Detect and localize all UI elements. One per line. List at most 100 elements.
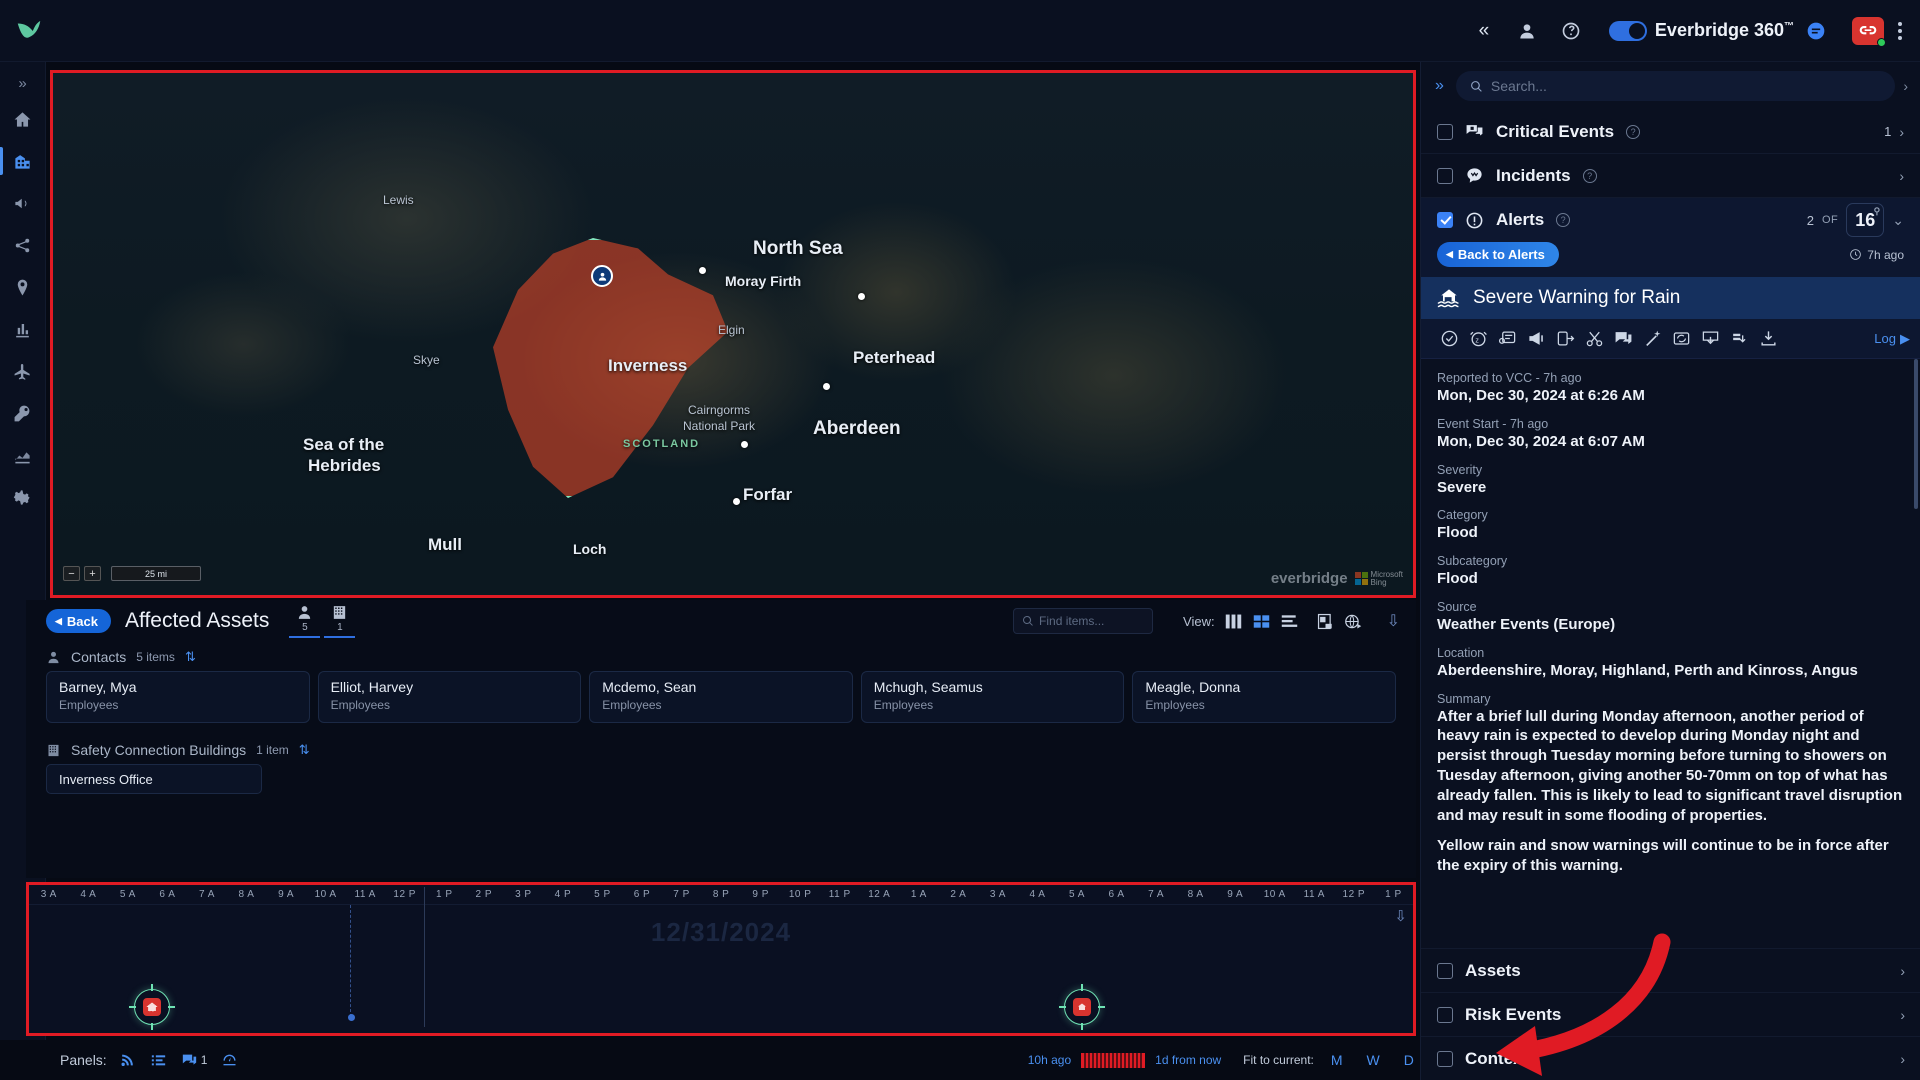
list-icon[interactable] xyxy=(150,1052,167,1068)
contact-card[interactable]: Mchugh, Seamus Employees xyxy=(861,671,1125,723)
range-start-label[interactable]: 10h ago xyxy=(1028,1053,1071,1067)
filter-row-assets[interactable]: Assets › xyxy=(1421,948,1920,992)
scissors-icon[interactable] xyxy=(1580,319,1609,359)
contact-card[interactable]: Mcdemo, Sean Employees xyxy=(589,671,853,723)
contact-card[interactable]: Barney, Mya Employees xyxy=(46,671,310,723)
view-list-icon[interactable] xyxy=(1280,613,1299,630)
detail-scrollbar[interactable] xyxy=(1914,359,1918,509)
acknowledge-icon[interactable] xyxy=(1435,319,1464,359)
incidents-checkbox[interactable] xyxy=(1437,168,1453,184)
contacts-card-row: Barney, Mya Employees Elliot, Harvey Emp… xyxy=(26,671,1416,723)
sort-icon[interactable]: ⇅ xyxy=(185,649,196,665)
note-icon[interactable] xyxy=(1493,319,1522,359)
fit-unit-month[interactable]: M xyxy=(1324,1052,1350,1068)
alerts-chevron-icon[interactable]: ⌄ xyxy=(1892,212,1904,229)
situational-map[interactable]: Lewis North Sea Moray Firth Skye Elgin I… xyxy=(50,70,1416,598)
alerts-total-box[interactable]: 16 ⚲ xyxy=(1846,203,1884,237)
timeline-ruler[interactable]: 3 A4 A5 A6 A7 A8 A9 A10 A11 A12 P1 P2 P3… xyxy=(29,885,1413,905)
map-zoom-out-button[interactable]: − xyxy=(63,566,80,581)
contact-card[interactable]: Elliot, Harvey Employees xyxy=(318,671,582,723)
chat-bubble-icon[interactable] xyxy=(1794,0,1838,62)
expand-arrow-icon[interactable]: › xyxy=(1899,124,1904,140)
download-incident-icon[interactable] xyxy=(1696,319,1725,359)
filter-row-alerts[interactable]: Alerts ? 2 OF 16 ⚲ ⌄ xyxy=(1421,198,1920,242)
find-items-input[interactable]: Find items... xyxy=(1013,608,1153,634)
collapse-panel-button[interactable]: « xyxy=(1461,0,1505,62)
sidebar-item-mass-notification[interactable] xyxy=(0,182,46,224)
gauge-icon[interactable] xyxy=(221,1052,238,1068)
range-slider[interactable] xyxy=(1081,1053,1145,1068)
back-to-alerts-button[interactable]: ◀ Back to Alerts xyxy=(1437,242,1559,267)
timeline-event-marker[interactable] xyxy=(1064,989,1100,1025)
kebab-menu-icon[interactable] xyxy=(1890,22,1920,40)
assign-icon[interactable] xyxy=(1551,319,1580,359)
sort-icon[interactable]: ⇅ xyxy=(299,742,310,758)
search-expand-icon[interactable]: › xyxy=(1903,78,1910,94)
collapse-assets-icon[interactable]: ⇩ xyxy=(1387,611,1400,631)
filter-row-critical-events[interactable]: Critical Events ? 1 › xyxy=(1421,110,1920,154)
help-icon[interactable]: ? xyxy=(1626,125,1640,139)
link-app-icon[interactable] xyxy=(1852,17,1884,45)
filter-row-incidents[interactable]: Incidents ? › xyxy=(1421,154,1920,198)
fit-unit-week[interactable]: W xyxy=(1360,1052,1387,1068)
export-xls-icon[interactable] xyxy=(1316,613,1335,630)
critical-events-checkbox[interactable] xyxy=(1437,124,1453,140)
view-grid-icon[interactable] xyxy=(1252,613,1271,630)
map-contact-pin[interactable] xyxy=(591,265,613,287)
expand-arrow-icon[interactable]: › xyxy=(1900,1007,1905,1023)
sidebar-item-tools[interactable] xyxy=(0,392,46,434)
refresh-map-icon[interactable] xyxy=(1667,319,1696,359)
save-icon[interactable] xyxy=(1754,319,1783,359)
wand-icon[interactable] xyxy=(1638,319,1667,359)
expand-arrow-icon[interactable]: › xyxy=(1900,963,1905,979)
timeline-body[interactable]: 12/31/2024 xyxy=(29,905,1413,1033)
timeline-event-marker[interactable] xyxy=(134,989,170,1025)
sidebar-item-travel[interactable] xyxy=(0,350,46,392)
tab-buildings[interactable]: 1 xyxy=(324,604,355,638)
filter-row-risk-events[interactable]: Risk Events › xyxy=(1421,992,1920,1036)
search-input[interactable]: Search... xyxy=(1456,71,1895,101)
assets-checkbox[interactable] xyxy=(1437,963,1453,979)
tab-contacts[interactable]: 5 xyxy=(289,604,320,638)
context-checkbox[interactable] xyxy=(1437,1051,1453,1067)
feed-icon[interactable] xyxy=(119,1052,136,1068)
back-button[interactable]: ◀ Back xyxy=(46,609,111,633)
help-circle-icon[interactable] xyxy=(1549,0,1593,62)
log-link[interactable]: Log ▶ xyxy=(1874,331,1910,347)
sidebar-item-settings[interactable] xyxy=(0,476,46,518)
expand-arrow-icon[interactable]: › xyxy=(1900,1051,1905,1067)
contact-card[interactable]: Meagle, Donna Employees xyxy=(1132,671,1396,723)
range-end-label[interactable]: 1d from now xyxy=(1155,1053,1221,1067)
comment-icon[interactable] xyxy=(1609,319,1638,359)
timeline-panel[interactable]: 3 A4 A5 A6 A7 A8 A9 A10 A11 A12 P1 P2 P3… xyxy=(26,882,1416,1036)
alerts-search-sup-icon[interactable]: ⚲ xyxy=(1874,206,1881,217)
share-globe-icon[interactable] xyxy=(1344,613,1363,630)
sidebar-item-reports[interactable] xyxy=(0,308,46,350)
help-icon[interactable]: ? xyxy=(1583,169,1597,183)
risk-events-checkbox[interactable] xyxy=(1437,1007,1453,1023)
sidebar-item-locations[interactable] xyxy=(0,266,46,308)
notify-icon[interactable] xyxy=(1522,319,1551,359)
view-columns-icon[interactable] xyxy=(1224,613,1243,630)
help-icon[interactable]: ? xyxy=(1556,213,1570,227)
expand-right-panel-icon[interactable]: » xyxy=(1431,77,1448,95)
sidebar-item-situational-awareness[interactable] xyxy=(0,140,46,182)
timeline-collapse-icon[interactable]: ⇩ xyxy=(1394,907,1407,925)
expand-arrow-icon[interactable]: › xyxy=(1899,168,1904,184)
sidebar-item-home[interactable] xyxy=(0,98,46,140)
snooze-icon[interactable]: z xyxy=(1464,319,1493,359)
fit-unit-day[interactable]: D xyxy=(1397,1052,1421,1068)
everbridge-logo-icon[interactable] xyxy=(0,0,58,62)
alerts-checkbox[interactable] xyxy=(1437,212,1453,228)
export-icon[interactable] xyxy=(1725,319,1754,359)
filter-row-context[interactable]: Context › xyxy=(1421,1036,1920,1080)
map-zoom-in-button[interactable]: + xyxy=(84,566,101,581)
rail-expand-button[interactable]: » xyxy=(18,68,26,98)
user-icon[interactable] xyxy=(1505,0,1549,62)
building-card[interactable]: Inverness Office xyxy=(46,764,262,794)
comments-icon[interactable]: 1 xyxy=(181,1052,208,1068)
brand-toggle[interactable] xyxy=(1609,21,1647,41)
sidebar-item-analytics[interactable] xyxy=(0,434,46,476)
map-zoom-controls[interactable]: − + 25 mi xyxy=(63,566,201,581)
sidebar-item-incidents[interactable] xyxy=(0,224,46,266)
